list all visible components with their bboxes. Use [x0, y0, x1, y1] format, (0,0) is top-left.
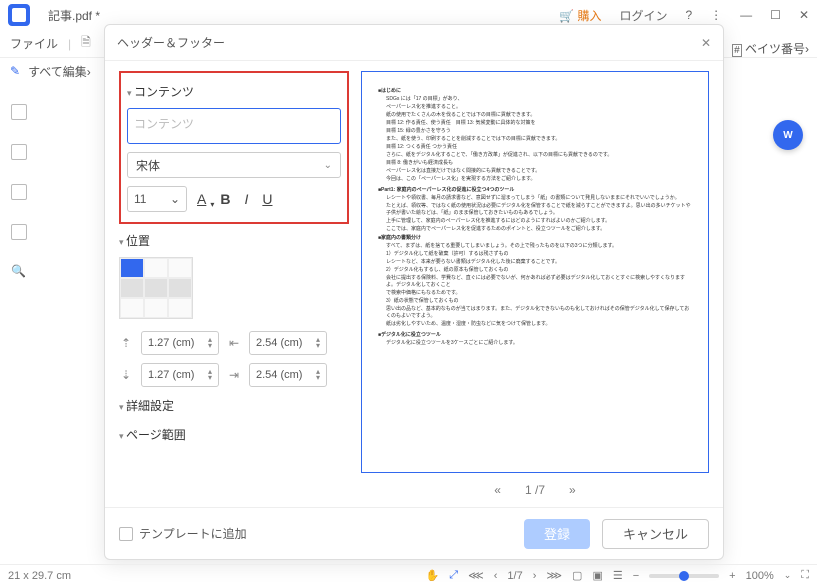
zoom-in-icon[interactable]: +	[729, 570, 735, 582]
cancel-button[interactable]: キャンセル	[602, 519, 709, 549]
margin-bottom-input[interactable]: 1.27 (cm)▴▾	[141, 363, 219, 387]
all-edit-button[interactable]: すべて編集›	[28, 63, 91, 80]
bold-button[interactable]: B	[220, 191, 230, 207]
template-label: テンプレートに追加	[139, 525, 247, 542]
preview-pane: ■はじめに SDGs には「17 の目標」があり、 ペーパーレス化を推進すること…	[361, 71, 709, 473]
position-grid[interactable]	[119, 257, 193, 319]
page-last-icon[interactable]: »	[569, 483, 576, 497]
dialog-title: ヘッダー＆フッター	[117, 34, 225, 51]
nav-prev-icon[interactable]: ‹	[494, 570, 498, 582]
buy-link[interactable]: 🛒 購入	[559, 7, 601, 24]
zoom-value[interactable]: 100%	[746, 570, 774, 582]
more-icon[interactable]: ⋮	[710, 8, 722, 22]
section-position[interactable]: 位置	[119, 232, 349, 249]
window-minimize-icon[interactable]: —	[740, 8, 752, 22]
margin-left-icon: ⇤	[227, 336, 241, 350]
word-export-icon[interactable]: W	[773, 120, 803, 150]
view-continuous-icon[interactable]: ☰	[613, 569, 623, 582]
edit-pen-icon: ✎	[10, 64, 20, 78]
section-pagerange[interactable]: ページ範囲	[119, 426, 349, 443]
page-size-label: 21 x 29.7 cm	[8, 570, 71, 582]
nav-first-icon[interactable]: ⋘	[468, 569, 484, 582]
sidebar-page-icon[interactable]	[11, 224, 27, 240]
highlight-box: コンテンツ コンテンツ 宋体⌄ 11⌄ A B I U	[119, 71, 349, 224]
header-footer-dialog: ヘッダー＆フッター ✕ コンテンツ コンテンツ 宋体⌄ 11⌄ A B I	[104, 24, 724, 560]
margin-top-icon: ⇡	[119, 336, 133, 350]
font-size-select[interactable]: 11⌄	[127, 186, 187, 212]
page-number[interactable]: 1/7	[507, 570, 522, 582]
zoom-out-icon[interactable]: −	[633, 570, 639, 582]
margin-right-input[interactable]: 2.54 (cm)▴▾	[249, 363, 327, 387]
fullscreen-icon[interactable]: ⛶	[801, 569, 809, 582]
page-first-icon[interactable]: «	[494, 483, 501, 497]
app-icon	[8, 4, 30, 26]
bates-number-button[interactable]: # ベイツ番号›	[732, 40, 809, 57]
margin-bottom-icon: ⇣	[119, 368, 133, 382]
hand-tool-icon[interactable]: ✋	[426, 569, 440, 582]
toolbar-icon[interactable]: 🗎	[81, 33, 91, 54]
view-double-icon[interactable]: ▣	[592, 569, 602, 582]
font-select[interactable]: 宋体⌄	[127, 152, 341, 178]
margin-left-input[interactable]: 2.54 (cm)▴▾	[249, 331, 327, 355]
window-close-icon[interactable]: ✕	[799, 8, 809, 22]
margin-top-input[interactable]: 1.27 (cm)▴▾	[141, 331, 219, 355]
sidebar-search-icon[interactable]: 🔍	[11, 264, 27, 280]
sidebar-comment-icon[interactable]	[11, 184, 27, 200]
file-menu[interactable]: ファイル	[10, 35, 58, 52]
font-color-button[interactable]: A	[197, 191, 206, 207]
zoom-slider[interactable]	[649, 574, 719, 578]
sidebar-bookmark-icon[interactable]	[11, 144, 27, 160]
page-indicator: 1 /7	[525, 483, 545, 497]
section-contents[interactable]: コンテンツ	[127, 83, 341, 100]
italic-button[interactable]: I	[244, 191, 248, 207]
margin-right-icon: ⇥	[227, 368, 241, 382]
template-checkbox[interactable]	[119, 527, 133, 541]
zoom-chevron-icon[interactable]: ⌄	[784, 570, 792, 581]
divider: |	[68, 37, 71, 51]
sidebar-thumbnails-icon[interactable]	[11, 104, 27, 120]
apply-button[interactable]: 登録	[524, 519, 590, 549]
nav-last-icon[interactable]: ⋙	[546, 569, 562, 582]
login-link[interactable]: ログイン	[619, 7, 667, 24]
select-tool-icon[interactable]: ⤢	[449, 569, 458, 582]
underline-button[interactable]: U	[262, 191, 272, 207]
section-advanced[interactable]: 詳細設定	[119, 397, 349, 414]
dialog-close-icon[interactable]: ✕	[701, 36, 711, 50]
window-maximize-icon[interactable]: ☐	[770, 8, 781, 22]
content-input[interactable]: コンテンツ	[127, 108, 341, 144]
nav-next-icon[interactable]: ›	[533, 570, 537, 582]
help-icon[interactable]: ?	[685, 8, 692, 22]
view-single-icon[interactable]: ▢	[572, 569, 582, 582]
